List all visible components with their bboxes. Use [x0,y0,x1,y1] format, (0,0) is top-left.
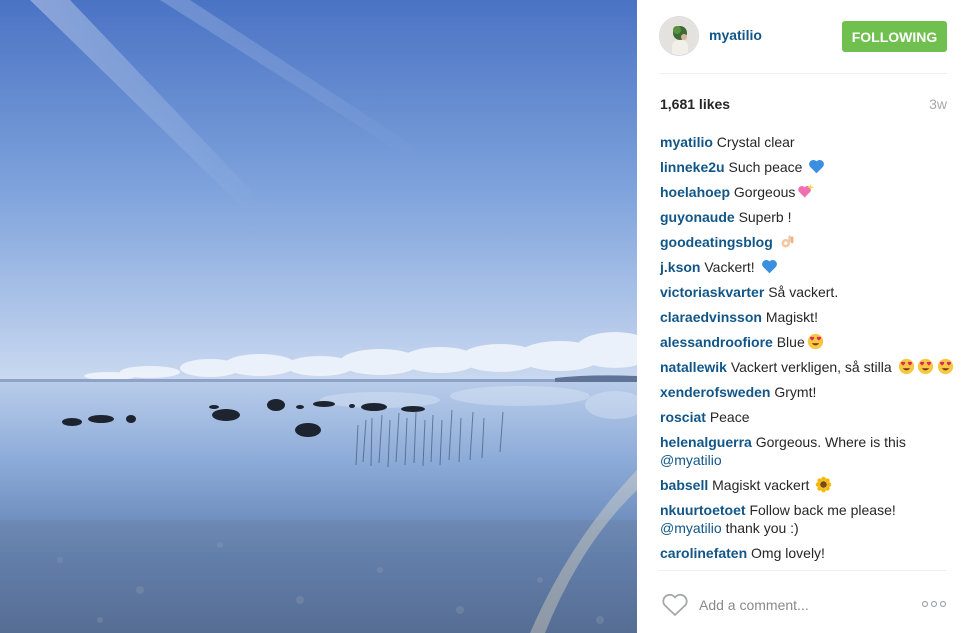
comment-text: Gorgeous [733,184,796,200]
comment-text: Peace [709,409,750,425]
comment-item: babsell Magiskt vackert [659,473,959,498]
comment-username[interactable]: nkuurtoetoet [660,502,746,518]
comment-text: Follow back me please! [749,502,896,518]
comment-text: Omg lovely! [751,545,825,561]
comment-item: carolinefaten Omg lovely! [659,541,959,566]
comment-username[interactable]: guyonaude [660,209,735,225]
lake-landscape-image [0,0,637,633]
comment-text: Superb ! [738,209,792,225]
comment-username[interactable]: linneke2u [660,159,725,175]
following-button[interactable]: FOLLOWING [842,21,947,52]
comment-username[interactable]: victoriaskvarter [660,284,764,300]
comment-username[interactable]: babsell [660,477,708,493]
comment-text: Vackert verkligen, så stilla [730,359,892,375]
heart-eyes-icon [898,358,914,375]
comment-item: myatilio Crystal clear [659,130,959,155]
comment-username[interactable]: xenderofsweden [660,384,770,400]
comment-username[interactable]: claraedvinsson [660,309,762,325]
comment-item: alessandroofiore Blue [659,330,959,355]
post-header: myatilio FOLLOWING [659,0,947,74]
like-heart-icon[interactable] [661,593,689,617]
comment-item: linneke2u Such peace [659,155,959,180]
blue-heart-icon [761,259,777,274]
likes-count[interactable]: 1,681 likes [660,96,730,112]
comment-username[interactable]: natallewik [660,359,727,375]
heart-eyes-icon [807,333,823,350]
comment-item: natallewik Vackert verkligen, så stilla [659,355,959,380]
comment-text: Grymt! [774,384,817,400]
comment-username[interactable]: alessandroofiore [660,334,773,350]
comment-item: rosciat Peace [659,405,959,430]
comment-text: Gorgeous. Where is this [755,434,906,450]
comments-list[interactable]: myatilio Crystal clear linneke2u Such pe… [659,130,959,571]
comment-text: Magiskt! [765,309,818,325]
username[interactable]: myatilio [709,27,762,43]
comment-footer [659,570,947,633]
heart-eyes-icon [917,358,933,375]
comment-item: xenderofsweden Grymt! [659,380,959,405]
comment-item: guyonaude Superb ! [659,205,959,230]
comment-username[interactable]: myatilio [660,134,713,150]
comment-text: Such peace [728,159,803,175]
add-comment-input[interactable] [699,595,909,615]
heart-eyes-icon [938,358,954,375]
comment-text: thank you :) [725,520,799,536]
post-side-panel: myatilio FOLLOWING 1,681 likes 3w myatil… [637,0,969,633]
ok-hand-icon [781,235,794,248]
avatar[interactable] [659,16,699,56]
comment-username[interactable]: carolinefaten [660,545,747,561]
comment-text: Så vackert. [768,284,839,300]
comment-item: nkuurtoetoet Follow back me please! @mya… [659,498,959,541]
post-meta: 1,681 likes 3w [659,74,947,134]
comment-item: hoelahoep Gorgeous [659,180,959,205]
post-time[interactable]: 3w [929,96,947,112]
more-options-icon[interactable] [921,595,947,613]
comment-item: goodeatingsblog [659,230,959,255]
comment-text: Blue [776,334,805,350]
blue-heart-icon [809,159,825,174]
comment-username[interactable]: rosciat [660,409,706,425]
comment-username[interactable]: hoelahoep [660,184,730,200]
comment-username[interactable]: helenalguerra [660,434,752,450]
comment-item: victoriaskvarter Så vackert. [659,280,959,305]
sunflower-icon [816,476,832,493]
comment-item: j.kson Vackert! [659,255,959,280]
comment-text: Vackert! [704,259,755,275]
avatar-image [660,17,698,55]
comment-mention[interactable]: @myatilio [660,520,722,536]
comment-mention[interactable]: @myatilio [660,452,722,468]
sparkling-heart-icon [798,183,815,198]
comment-item: helenalguerra Gorgeous. Where is this @m… [659,430,959,473]
post-photo[interactable] [0,0,637,633]
comment-item: claraedvinsson Magiskt! [659,305,959,330]
comment-text: Magiskt vackert [712,477,810,493]
comment-username[interactable]: goodeatingsblog [660,234,773,250]
comment-username[interactable]: j.kson [660,259,700,275]
comment-text: Crystal clear [716,134,795,150]
